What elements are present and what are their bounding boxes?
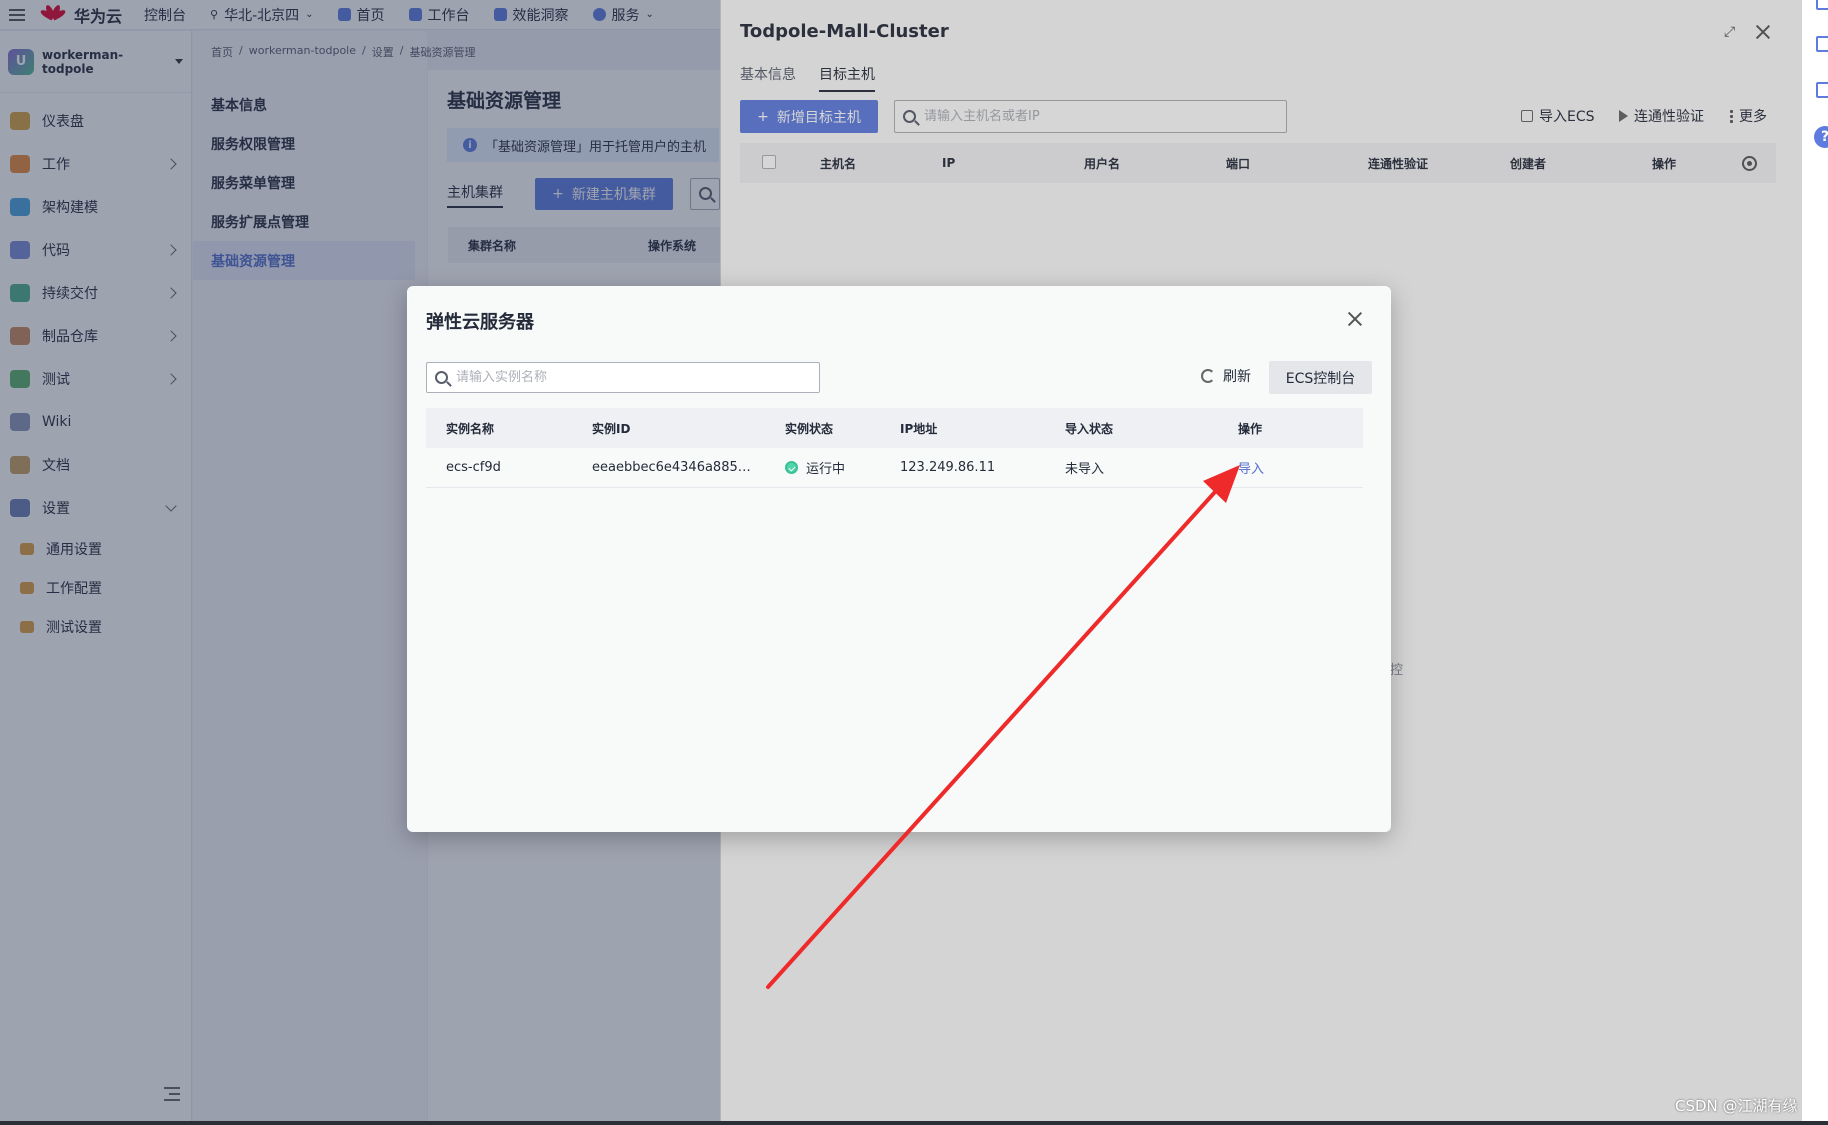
table-row: ecs-cf9d eeaebbec6e4346a885… 运行中 123.249… [426,448,1363,488]
document-icon[interactable] [1816,0,1828,10]
column-header: IP地址 [900,421,938,436]
right-toolbar: ? [1802,0,1828,1125]
instance-id: eeaebbec6e4346a885… [592,460,751,475]
search-icon [435,371,448,384]
running-status-icon [785,461,798,474]
ecs-console-button[interactable]: ECS控制台 [1269,361,1372,394]
column-header: 导入状态 [1065,421,1114,436]
import-status: 未导入 [1065,462,1105,477]
column-header: 操作 [1238,421,1263,436]
column-header: 实例名称 [446,421,495,436]
ecs-modal: 弹性云服务器 刷新 ECS控制台 实例名称 实例ID 实例状态 IP地址 导入状… [407,286,1391,832]
ecs-table-header: 实例名称 实例ID 实例状态 IP地址 导入状态 操作 [426,408,1363,448]
instance-search-field[interactable] [426,362,820,393]
checklist-icon[interactable] [1816,36,1828,52]
instance-search-input[interactable] [456,370,819,385]
status-label: 运行中 [806,462,846,477]
refresh-icon [1201,369,1215,383]
bottom-bar [0,1121,1828,1125]
column-header: 实例状态 [785,421,834,436]
refresh-button[interactable]: 刷新 [1201,366,1251,386]
modal-title: 弹性云服务器 [426,312,534,333]
column-header: 实例ID [592,421,631,436]
ecs-table: 实例名称 实例ID 实例状态 IP地址 导入状态 操作 ecs-cf9d eea… [426,408,1363,488]
import-link[interactable]: 导入 [1238,462,1264,477]
close-modal-icon[interactable] [1347,311,1363,327]
window-icon[interactable] [1816,82,1828,98]
instance-ip: 123.249.86.11 [900,460,996,475]
watermark: CSDN @江湖有缘 [1675,1097,1798,1115]
instance-status: 运行中 [765,458,880,477]
instance-name: ecs-cf9d [446,460,501,475]
help-icon[interactable]: ? [1814,126,1828,148]
refresh-label: 刷新 [1223,369,1251,385]
